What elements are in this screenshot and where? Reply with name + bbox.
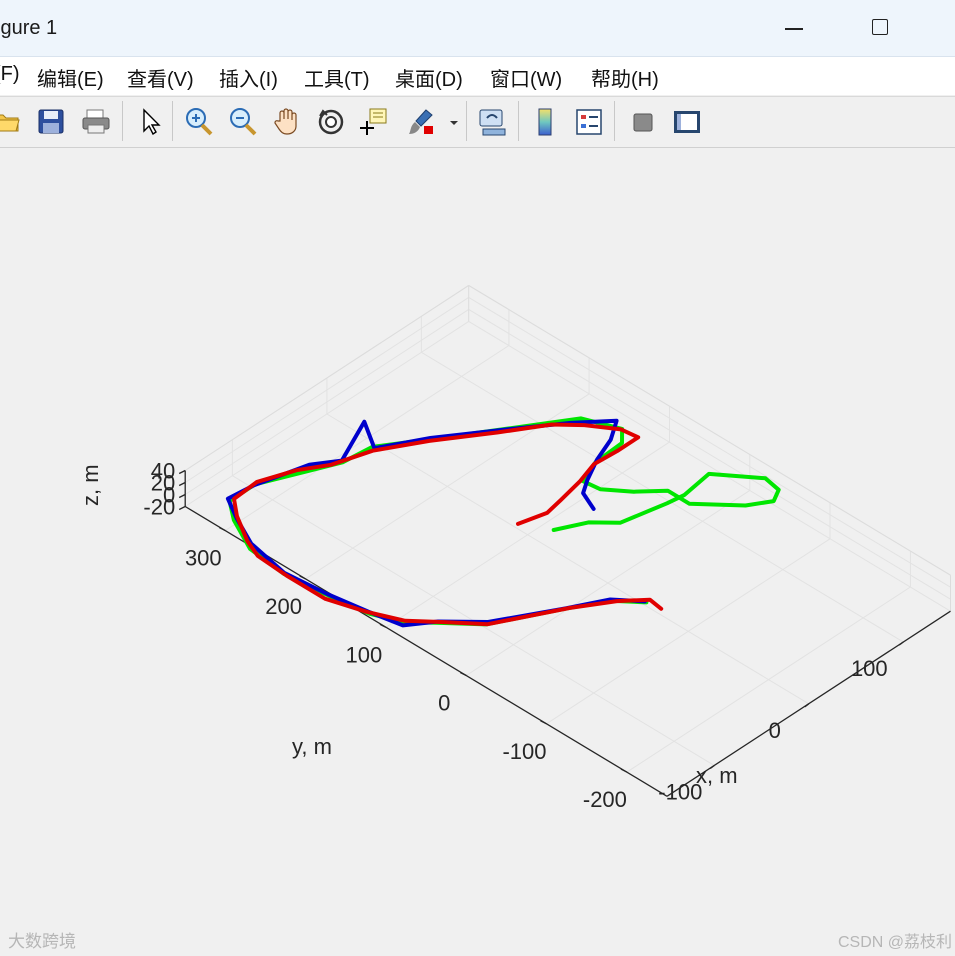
- axes-ticks: -1000100-200-1000100200300-2002040: [143, 459, 904, 812]
- window-title: igure 1: [0, 17, 58, 39]
- x-tick-label: 0: [769, 718, 781, 743]
- watermark-left: 大数跨境: [8, 932, 76, 951]
- toolbar-separator: [466, 101, 467, 141]
- pointer-icon[interactable]: [133, 103, 167, 139]
- legend-icon[interactable]: [571, 103, 605, 139]
- z-axis-label: z, m: [78, 464, 103, 506]
- box-edge: [468, 284, 951, 576]
- toolbar-separator: [518, 101, 519, 141]
- menu-tools[interactable]: 工具(T): [304, 63, 370, 92]
- wall-gridline: [468, 308, 951, 600]
- menu-desktop[interactable]: 桌面(D): [395, 63, 463, 92]
- menu-bar: (F) 编辑(E) 查看(V) 插入(I) 工具(T) 桌面(D) 窗口(W) …: [0, 57, 955, 95]
- hide-plot-tools-icon[interactable]: [625, 103, 659, 139]
- wall-gridline: [184, 320, 469, 507]
- floor-gridline: [466, 489, 751, 676]
- z-tick: [178, 481, 186, 487]
- data-cursor-icon[interactable]: [357, 103, 391, 139]
- figure-canvas[interactable]: -100 0 100 -200 -100 0 100 200 300 -20 0 20 40 x, m …: [0, 147, 955, 956]
- z-tick: [178, 469, 186, 475]
- brush-icon[interactable]: [403, 103, 437, 139]
- minimize-button[interactable]: [770, 8, 816, 48]
- trajectory-3d-plot[interactable]: -1000100-200-1000100200300-2002040 x, m …: [0, 147, 955, 956]
- zoom-out-icon[interactable]: [225, 103, 259, 139]
- open-folder-icon[interactable]: [0, 103, 24, 139]
- toolbar-separator: [172, 101, 173, 141]
- y-axis-label: y, m: [292, 734, 332, 759]
- menu-insert[interactable]: 插入(I): [219, 63, 278, 92]
- y-tick-label: 300: [185, 546, 222, 571]
- y-tick: [299, 575, 306, 580]
- y-tick: [460, 671, 467, 677]
- wall-gridline: [184, 296, 469, 483]
- y-tick: [620, 768, 628, 773]
- watermark-right: CSDN @荔枝利: [838, 934, 953, 951]
- y-tick-label: -200: [583, 787, 627, 812]
- y-tick-label: 0: [438, 691, 450, 716]
- z-tick: [178, 493, 186, 499]
- toolbar-separator: [614, 101, 615, 141]
- toolbar: [0, 96, 955, 148]
- x-tick-label: 100: [851, 656, 888, 681]
- print-icon[interactable]: [78, 103, 112, 139]
- rotate-3d-icon[interactable]: [313, 103, 347, 139]
- link-plot-icon[interactable]: [474, 103, 508, 139]
- pan-hand-icon[interactable]: [269, 103, 303, 139]
- y-tick-label: 100: [346, 642, 383, 667]
- floor-gridline: [326, 413, 810, 705]
- brush-dropdown-icon[interactable]: [445, 103, 461, 139]
- show-plot-tools-icon[interactable]: [668, 103, 702, 139]
- maximize-button[interactable]: [858, 8, 904, 48]
- menu-window[interactable]: 窗口(W): [490, 63, 562, 92]
- title-bar: igure 1: [0, 0, 955, 57]
- y-tick-label: 200: [265, 594, 302, 619]
- wall-gridline: [468, 320, 951, 612]
- floor-gridline: [421, 351, 904, 643]
- zoom-in-icon[interactable]: [181, 103, 215, 139]
- menu-help[interactable]: 帮助(H): [591, 63, 659, 92]
- menu-file[interactable]: (F): [0, 63, 20, 86]
- save-icon[interactable]: [34, 103, 68, 139]
- floor-gridline: [546, 538, 831, 725]
- toolbar-separator: [122, 101, 123, 141]
- y-tick: [219, 527, 226, 532]
- z-tick: [178, 505, 186, 511]
- x-axis-label: x, m: [696, 763, 738, 788]
- y-tick-label: -100: [502, 739, 546, 764]
- menu-view[interactable]: 查看(V): [127, 63, 194, 92]
- y-tick: [540, 720, 547, 725]
- z-tick-label: 40: [151, 459, 175, 484]
- menu-edit[interactable]: 编辑(E): [37, 63, 104, 92]
- colorbar-icon[interactable]: [527, 103, 561, 139]
- wall-gridline: [468, 296, 951, 588]
